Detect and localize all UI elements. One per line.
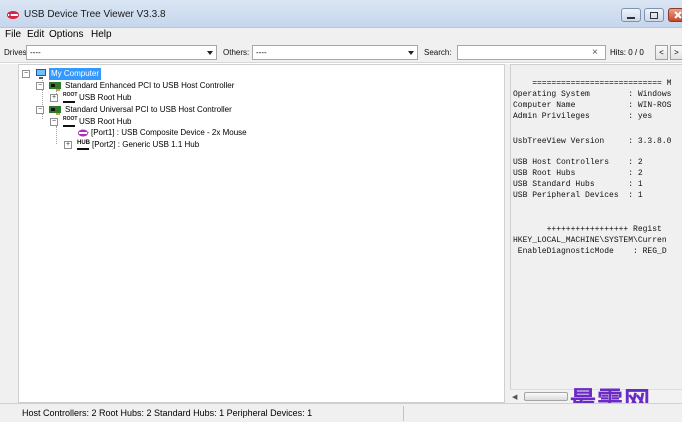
prev-hit-button[interactable]: < xyxy=(655,45,668,60)
info-line: =========================== M xyxy=(513,79,672,88)
tree-node-ehci-controller[interactable]: − Standard Enhanced PCI to USB Host Cont… xyxy=(36,80,296,92)
usb-icon xyxy=(7,11,19,19)
menu-file[interactable]: File xyxy=(5,29,21,40)
status-bar: Host Controllers: 2 Root Hubs: 2 Standar… xyxy=(0,403,682,422)
tree-node-root-hub-1[interactable]: + ROOT USB Root Hub xyxy=(50,92,250,104)
usb-device-icon xyxy=(78,129,88,137)
scroll-left-icon[interactable]: ◀ xyxy=(512,393,517,401)
tree-node-port2[interactable]: + HUB [Port2] : Generic USB 1.1 Hub xyxy=(64,139,294,151)
hub-icon: HUB xyxy=(77,140,90,150)
minimize-icon xyxy=(627,17,635,19)
hits-counter: Hits: 0 / 0 xyxy=(610,48,644,57)
info-line: USB Peripheral Devices : 1 xyxy=(513,191,643,200)
info-line: Operating System : Windows xyxy=(513,90,672,99)
info-line: Admin Privileges : yes xyxy=(513,112,653,121)
info-line: USB Root Hubs : 2 xyxy=(513,169,643,178)
chevron-down-icon xyxy=(207,51,213,55)
info-line: Computer Name : WIN-ROS xyxy=(513,101,672,110)
collapse-icon[interactable]: − xyxy=(36,106,44,114)
tree-node-label: Standard Enhanced PCI to USB Host Contro… xyxy=(65,81,235,90)
tree-node-label: [Port2] : Generic USB 1.1 Hub xyxy=(92,140,200,149)
info-line: USB Standard Hubs : 1 xyxy=(513,180,643,189)
root-hub-icon: ROOT xyxy=(63,117,77,127)
tree-node-label: Standard Universal PCI to USB Host Contr… xyxy=(65,105,232,114)
title-bar: USB Device Tree Viewer V3.3.8 xyxy=(0,0,682,28)
close-button[interactable] xyxy=(668,8,682,22)
info-line: +++++++++++++++++ Regist xyxy=(513,225,662,234)
others-dropdown[interactable]: ---- xyxy=(252,45,418,60)
pci-card-icon xyxy=(49,106,61,115)
next-hit-button[interactable]: > xyxy=(670,45,682,60)
clear-search-icon[interactable]: × xyxy=(592,47,598,58)
collapse-icon[interactable]: − xyxy=(50,118,58,126)
tree-node-my-computer[interactable]: − My Computer xyxy=(22,68,222,80)
menu-options[interactable]: Options xyxy=(49,29,83,40)
device-tree[interactable]: − My Computer − Standard Enhanced PCI to… xyxy=(18,64,505,403)
info-text-area[interactable]: =========================== M Operating … xyxy=(510,64,682,389)
tree-node-label: USB Root Hub xyxy=(79,93,132,102)
window-title: USB Device Tree Viewer V3.3.8 xyxy=(24,9,166,20)
scrollbar-thumb[interactable] xyxy=(524,392,568,401)
computer-icon xyxy=(36,69,46,79)
info-line: EnableDiagnosticMode : REG_D xyxy=(513,247,667,256)
status-summary: Host Controllers: 2 Root Hubs: 2 Standar… xyxy=(22,408,313,418)
collapse-icon[interactable]: − xyxy=(36,82,44,90)
search-input[interactable] xyxy=(457,45,606,60)
drives-dropdown[interactable]: ---- xyxy=(26,45,217,60)
toolbar: Drives: ---- Others: ---- Search: × Hits… xyxy=(0,43,682,63)
search-label: Search: xyxy=(424,48,452,57)
tree-connector xyxy=(56,126,57,144)
maximize-button[interactable] xyxy=(644,8,664,22)
expand-icon[interactable]: + xyxy=(64,141,72,149)
info-pane: =========================== M Operating … xyxy=(510,64,682,403)
maximize-icon xyxy=(650,12,658,19)
menu-edit[interactable]: Edit xyxy=(27,29,44,40)
info-line: USB Host Controllers : 2 xyxy=(513,158,643,167)
collapse-icon[interactable]: − xyxy=(22,70,30,78)
tree-node-label: My Computer xyxy=(49,68,102,80)
expand-icon[interactable]: + xyxy=(50,94,58,102)
tree-node-uhci-controller[interactable]: − Standard Universal PCI to USB Host Con… xyxy=(36,104,296,116)
chevron-down-icon xyxy=(408,51,414,55)
minimize-button[interactable] xyxy=(621,8,641,22)
close-icon xyxy=(674,11,682,19)
info-line: UsbTreeView Version : 3.3.8.0 xyxy=(513,137,672,146)
others-value: ---- xyxy=(256,48,267,57)
status-divider xyxy=(403,406,404,421)
menu-help[interactable]: Help xyxy=(91,29,112,40)
others-label: Others: xyxy=(223,48,250,57)
tree-node-port1[interactable]: [Port1] : USB Composite Device - 2x Mous… xyxy=(77,127,307,139)
menu-bar: File Edit Options Help xyxy=(0,28,682,43)
tree-node-label: [Port1] : USB Composite Device - 2x Mous… xyxy=(91,128,247,137)
root-hub-icon: ROOT xyxy=(63,93,77,103)
drives-value: ---- xyxy=(30,48,41,57)
info-line: HKEY_LOCAL_MACHINE\SYSTEM\Curren xyxy=(513,236,667,245)
left-margin xyxy=(0,64,18,403)
pci-card-icon xyxy=(49,82,61,91)
